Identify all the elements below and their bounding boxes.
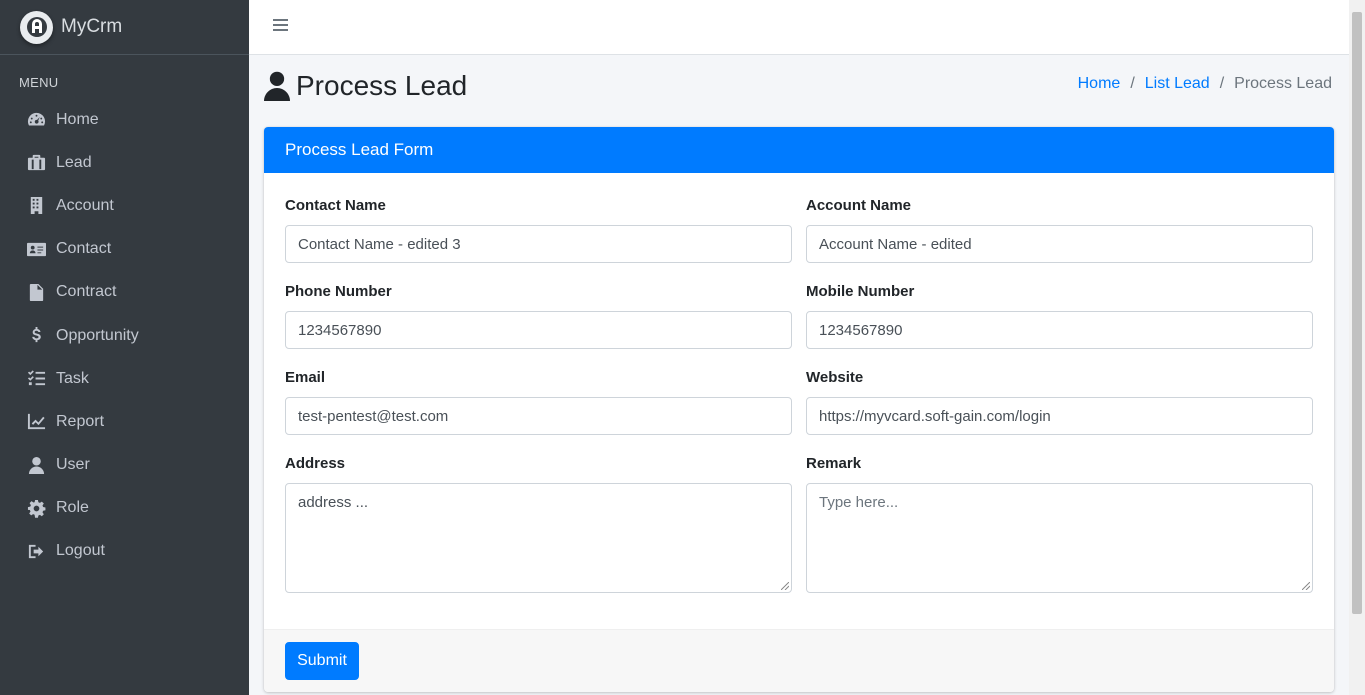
account-name-input[interactable]: Account Name - edited bbox=[806, 225, 1313, 263]
brand-name: MyCrm bbox=[61, 16, 123, 37]
briefcase-icon bbox=[26, 152, 47, 173]
address-group: Address address ... bbox=[285, 455, 792, 593]
sidebar-item-account[interactable]: Account bbox=[0, 184, 249, 227]
sidebar-item-label: Report bbox=[56, 412, 105, 430]
brand-link[interactable]: MyCrm bbox=[0, 0, 249, 55]
sidebar-item-label: Home bbox=[56, 110, 99, 128]
sidebar-item-contact[interactable]: Contact bbox=[0, 228, 249, 271]
address-text: address ... bbox=[298, 494, 369, 511]
breadcrumb-current: Process Lead bbox=[1234, 75, 1332, 92]
breadcrumb-separator: / bbox=[1130, 75, 1135, 92]
tachometer-icon bbox=[26, 109, 47, 130]
address-textarea[interactable]: address ... bbox=[285, 483, 792, 593]
phone-number-group: Phone Number 1234567890 bbox=[285, 283, 792, 349]
website-input[interactable]: https://myvcard.soft-gain.com/login bbox=[806, 397, 1313, 435]
page-title-text: Process Lead bbox=[296, 70, 468, 101]
sidebar-item-label: Contract bbox=[56, 283, 117, 301]
submit-button[interactable]: Submit bbox=[285, 642, 359, 680]
sign-out-icon bbox=[26, 541, 47, 562]
page-title: Process Lead bbox=[264, 70, 467, 102]
sidebar-item-label: Contact bbox=[56, 240, 112, 258]
breadcrumb-separator: / bbox=[1219, 75, 1225, 92]
phone-number-input[interactable]: 1234567890 bbox=[285, 311, 792, 349]
sidebar-item-label: User bbox=[56, 456, 90, 474]
remark-textarea[interactable]: Type here... bbox=[806, 483, 1313, 593]
breadcrumb-home-link[interactable]: Home bbox=[1078, 75, 1121, 93]
gear-icon bbox=[26, 498, 47, 519]
address-card-icon bbox=[26, 239, 47, 260]
account-name-group: Account Name Account Name - edited bbox=[806, 197, 1313, 263]
sidebar-item-label: Task bbox=[56, 369, 89, 387]
dollar-icon bbox=[26, 325, 47, 346]
tasks-icon bbox=[26, 368, 47, 389]
contact-name-input[interactable]: Contact Name - edited 3 bbox=[285, 225, 792, 263]
remark-group: Remark Type here... bbox=[806, 455, 1313, 593]
website-group: Website https://myvcard.soft-gain.com/lo… bbox=[806, 369, 1313, 435]
user-icon bbox=[264, 71, 290, 101]
resize-handle-icon[interactable] bbox=[1302, 582, 1310, 590]
page-scrollbar[interactable] bbox=[1349, 0, 1365, 695]
sidebar-item-lead[interactable]: Lead bbox=[0, 141, 249, 184]
sidebar-item-label: Lead bbox=[56, 153, 92, 171]
card-title: Process Lead Form bbox=[264, 127, 1334, 173]
chart-line-icon bbox=[26, 411, 47, 432]
sidebar-item-role[interactable]: Role bbox=[0, 487, 249, 530]
top-navbar bbox=[249, 0, 1349, 55]
sidebar: MyCrm MENU Home Lead Account Contact Con… bbox=[0, 0, 249, 695]
sidebar-item-user[interactable]: User bbox=[0, 444, 249, 487]
email-input[interactable]: test-pentest@test.com bbox=[285, 397, 792, 435]
scrollbar-thumb[interactable] bbox=[1352, 12, 1362, 614]
remark-placeholder: Type here... bbox=[819, 494, 899, 511]
remark-label: Remark bbox=[806, 455, 862, 472]
sidebar-item-label: Account bbox=[56, 196, 114, 214]
building-icon bbox=[26, 195, 47, 216]
contact-name-label: Contact Name bbox=[285, 197, 386, 214]
sidebar-item-opportunity[interactable]: Opportunity bbox=[0, 314, 249, 357]
contact-name-group: Contact Name Contact Name - edited 3 bbox=[285, 197, 792, 263]
sidebar-item-contract[interactable]: Contract bbox=[0, 271, 249, 314]
breadcrumb-list-lead-link[interactable]: List Lead bbox=[1145, 75, 1210, 93]
hamburger-menu-icon[interactable] bbox=[273, 19, 288, 33]
sidebar-item-label: Opportunity bbox=[56, 326, 139, 344]
process-lead-card: Process Lead Form Contact Name Contact N… bbox=[264, 127, 1334, 692]
sidebar-item-label: Logout bbox=[56, 542, 105, 560]
website-label: Website bbox=[806, 369, 864, 386]
mobile-number-label: Mobile Number bbox=[806, 283, 915, 300]
email-label: Email bbox=[285, 369, 326, 386]
form-body: Contact Name Contact Name - edited 3 Acc… bbox=[264, 173, 1334, 629]
phone-number-label: Phone Number bbox=[285, 283, 392, 300]
menu-header: MENU bbox=[19, 75, 59, 90]
breadcrumb: Home / List Lead / Process Lead bbox=[1078, 75, 1332, 93]
sidebar-item-task[interactable]: Task bbox=[0, 357, 249, 400]
account-name-label: Account Name bbox=[806, 197, 912, 214]
brand-logo-icon bbox=[20, 10, 53, 44]
sidebar-item-report[interactable]: Report bbox=[0, 400, 249, 443]
sidebar-item-logout[interactable]: Logout bbox=[0, 530, 249, 573]
sidebar-item-home[interactable]: Home bbox=[0, 98, 249, 141]
card-footer: Submit bbox=[264, 629, 1334, 692]
user-icon bbox=[26, 455, 47, 476]
sidebar-item-label: Role bbox=[56, 499, 89, 517]
resize-handle-icon[interactable] bbox=[781, 582, 789, 590]
email-group: Email test-pentest@test.com bbox=[285, 369, 792, 435]
address-label: Address bbox=[285, 455, 346, 472]
file-contract-icon bbox=[26, 282, 47, 303]
mobile-number-group: Mobile Number 1234567890 bbox=[806, 283, 1313, 349]
mobile-number-input[interactable]: 1234567890 bbox=[806, 311, 1313, 349]
